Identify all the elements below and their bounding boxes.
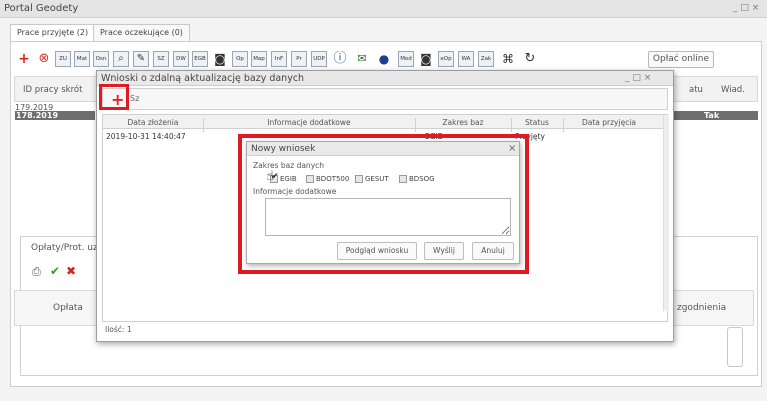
photo-icon[interactable]: ◙	[418, 51, 434, 67]
refresh-icon[interactable]: ↻	[522, 51, 538, 67]
row-date: 2019-10-31 14:40:47	[106, 132, 186, 141]
requests-dialog-controls[interactable]: _ □ ×	[625, 73, 651, 83]
requests-count: Ilość: 1	[105, 325, 132, 334]
row-id: 178.2019	[16, 111, 59, 120]
column-header-status[interactable]: Status	[511, 118, 563, 127]
info-icon[interactable]: ⓘ	[332, 51, 348, 67]
table-row-selected-tail[interactable]: Tak	[674, 111, 758, 120]
column-header-date[interactable]: Data złożenia	[103, 118, 203, 127]
sms-icon[interactable]: ✉	[354, 51, 370, 67]
eop-icon[interactable]: eOp	[438, 51, 454, 67]
edit-doc-icon[interactable]: ✎	[133, 51, 149, 67]
requests-grid-header: Data złożenia Informacje dodatkowe Zakre…	[103, 115, 667, 132]
portal-geodety-window: Portal Geodety _ □ × Prace przyjęte (2) …	[0, 0, 767, 401]
osn-icon[interactable]: Osn	[93, 51, 109, 67]
column-header-scope[interactable]: Zakres baz	[415, 118, 511, 127]
pay-online-button[interactable]: Opłać online	[648, 51, 714, 68]
hand-cursor-icon: ☝	[266, 169, 274, 184]
print-icon[interactable]: ⎙	[32, 265, 41, 279]
udp-icon[interactable]: UDP	[311, 51, 327, 67]
tab-pending-works[interactable]: Prace oczekujące (0)	[93, 24, 190, 41]
wa-icon[interactable]: WA	[458, 51, 474, 67]
fees-panel-title: Opłaty/Prot. uz	[31, 243, 98, 253]
toolbar-partial-label[interactable]: Sz	[130, 94, 139, 103]
requests-dialog-title: Wnioski o zdalną aktualizację bazy danyc…	[101, 73, 305, 84]
dw-icon[interactable]: DW	[173, 51, 189, 67]
search-doc-icon[interactable]: ⌕	[113, 51, 129, 67]
column-header-accepted[interactable]: Data przyjęcia	[563, 118, 655, 127]
mod-icon[interactable]: Mod	[398, 51, 414, 67]
requests-grid-scrollbar[interactable]	[663, 115, 669, 311]
requests-dialog-toolbar: + Sz	[102, 88, 668, 110]
column-header-status[interactable]: atu	[689, 85, 703, 95]
op-icon[interactable]: Op	[232, 51, 248, 67]
inf-icon[interactable]: InF	[271, 51, 287, 67]
row-wiad: Tak	[704, 111, 720, 120]
egb-icon[interactable]: EGB	[192, 51, 208, 67]
title-bar: Portal Geodety _ □ ×	[0, 0, 767, 18]
map-icon[interactable]: Map	[251, 51, 267, 67]
chat-icon[interactable]: ●	[376, 51, 392, 67]
pr-icon[interactable]: Pr	[291, 51, 307, 67]
column-header-info[interactable]: Informacje dodatkowe	[203, 118, 415, 127]
column-header-wiad[interactable]: Wiad.	[721, 85, 745, 95]
stop-icon[interactable]: ⊗	[36, 51, 52, 67]
delete-icon[interactable]: ✖	[66, 264, 76, 278]
window-controls[interactable]: _ □ ×	[733, 3, 759, 13]
sz-icon[interactable]: SZ	[153, 51, 169, 67]
window-title: Portal Geodety	[4, 3, 79, 14]
zak-icon[interactable]: Zak	[478, 51, 494, 67]
zu-icon[interactable]: ZU	[55, 51, 71, 67]
requests-dialog-titlebar[interactable]: Wnioski o zdalną aktualizację bazy danyc…	[97, 71, 673, 86]
column-header-oplata[interactable]: Opłata	[53, 303, 83, 313]
check-icon[interactable]: ✔	[50, 264, 60, 278]
tab-accepted-works[interactable]: Prace przyjęte (2)	[10, 24, 96, 41]
add-button-highlight	[99, 84, 129, 110]
camera-icon[interactable]: ◙	[212, 51, 228, 67]
binoculars-icon[interactable]: ⌘	[500, 51, 516, 67]
mat-icon[interactable]: Mat	[74, 51, 90, 67]
column-header-id[interactable]: ID pracy skrót	[23, 85, 82, 95]
column-header-uzgodnienia[interactable]: zgodnienia	[677, 303, 726, 313]
new-request-highlight	[238, 134, 529, 274]
table-row-selected[interactable]: 178.2019	[15, 111, 95, 120]
lower-scroll-area[interactable]	[727, 327, 743, 367]
plus-icon[interactable]: +	[16, 51, 32, 67]
